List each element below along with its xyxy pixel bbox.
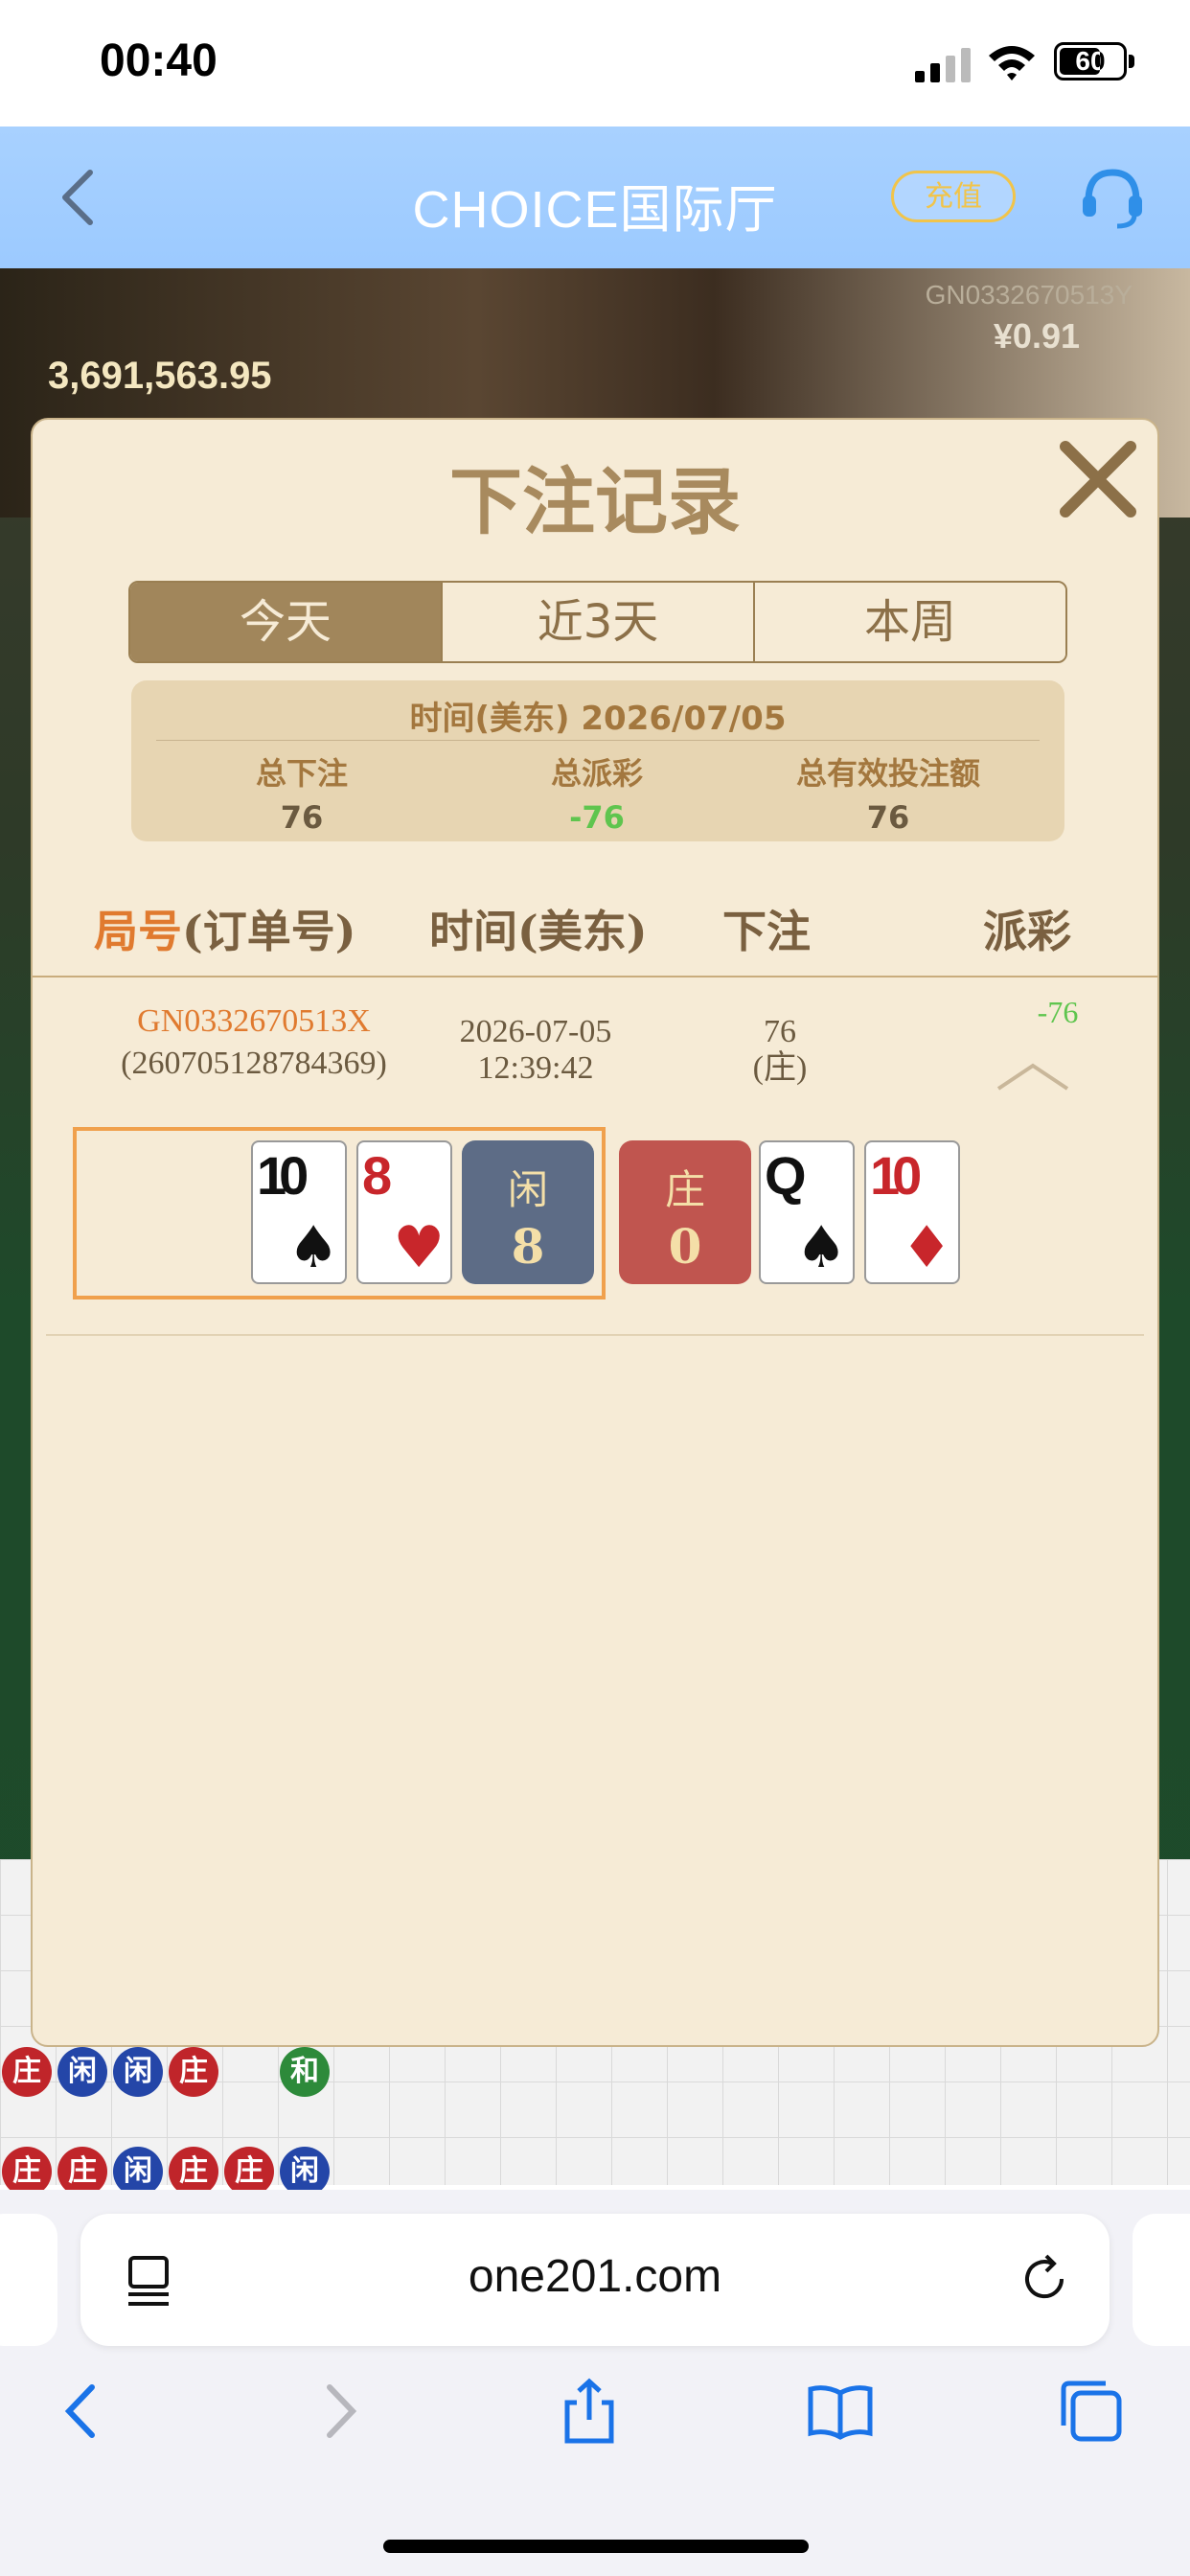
player-score-badge: 闲 8	[462, 1140, 594, 1284]
total-bet-label: 总下注	[255, 755, 348, 792]
tab-today[interactable]: 今天	[130, 583, 443, 661]
total-bet-value: 76	[280, 799, 324, 836]
total-payout-value: -76	[569, 799, 625, 836]
tab-last-3-days[interactable]: 近3天	[443, 583, 755, 661]
battery-icon: 60	[1054, 42, 1127, 80]
bet-amount: 76	[764, 1014, 796, 1049]
total-payout-label: 总派彩	[550, 755, 643, 792]
address-bar[interactable]: one201.com	[80, 2214, 1110, 2346]
spade-icon: ♠	[795, 1214, 847, 1281]
road-bead: 闲	[113, 2047, 163, 2097]
card-rank: 8	[362, 1145, 392, 1206]
bet-time-cell: 2026-07-05 12:39:42	[416, 1014, 655, 1087]
wifi-icon	[989, 46, 1035, 80]
card-rank: 10	[257, 1145, 309, 1206]
playing-card: 10 ♦	[864, 1140, 960, 1284]
payout-value: -76	[1037, 995, 1079, 1029]
previous-tab-preview[interactable]	[0, 2214, 57, 2346]
date-range-tabs: 今天 近3天 本周	[128, 581, 1067, 663]
customer-service-icon[interactable]	[1079, 165, 1146, 232]
back-arrow-icon[interactable]	[50, 2378, 117, 2445]
order-id: (260705128784369)	[121, 1046, 387, 1081]
next-tab-preview[interactable]	[1133, 2214, 1190, 2346]
round-id-cell[interactable]: GN0332670513X (260705128784369)	[96, 1000, 412, 1085]
road-bead: 和	[280, 2047, 330, 2097]
tab-this-week[interactable]: 本周	[755, 583, 1065, 661]
col-time-header: 时间(美东)	[429, 906, 648, 957]
road-bead: 闲	[57, 2047, 107, 2097]
cellular-signal-icon	[915, 48, 971, 82]
status-bar: 00:40 60	[0, 0, 1190, 126]
col-round-header: 局号(订单号)	[94, 897, 356, 960]
summary-date: 时间(美东) 2026/07/05	[409, 700, 787, 738]
jackpot-amount: 3,691,563.95	[48, 355, 272, 397]
road-bead: 庄	[169, 2047, 218, 2097]
table-header: 局号(订单号) 时间(美东) 下注 派彩	[33, 897, 1157, 964]
battery-level: 60	[1075, 46, 1106, 76]
banker-label: 庄	[664, 1166, 705, 1213]
spade-icon: ♠	[287, 1214, 339, 1281]
browser-toolbar: one201.com	[0, 2190, 1190, 2576]
reload-icon[interactable]	[1018, 2252, 1071, 2306]
col-bet-header: 下注	[722, 906, 811, 957]
player-score: 8	[511, 1218, 545, 1275]
recharge-button[interactable]: 充值	[891, 171, 1016, 222]
url-text[interactable]: one201.com	[80, 2250, 1110, 2303]
status-time: 00:40	[100, 35, 217, 86]
round-id[interactable]: GN0332670513X	[96, 1000, 412, 1043]
total-valid-value: 76	[866, 799, 910, 836]
chevron-up-icon[interactable]	[995, 1060, 1071, 1094]
app-header: CHOICE国际厅 充值	[0, 126, 1190, 268]
card-rank: 10	[870, 1145, 922, 1206]
bet-side: (庄)	[752, 1050, 808, 1086]
balance-amount: ¥0.91	[993, 316, 1080, 356]
banker-score: 0	[668, 1218, 702, 1275]
table-id: GN0332670513Y	[925, 280, 1133, 310]
col-round-label: 局号	[94, 906, 182, 957]
dialog-title: 下注记录	[449, 459, 741, 544]
close-icon[interactable]	[1056, 437, 1140, 521]
summary-panel: 时间(美东) 2026/07/05 总下注 76 总派彩 -76 总有效投注额 …	[131, 680, 1064, 841]
player-label: 闲	[507, 1166, 548, 1213]
bookmarks-icon[interactable]	[807, 2378, 874, 2445]
playing-card: Q ♠	[759, 1140, 855, 1284]
share-icon[interactable]	[556, 2378, 623, 2445]
forward-arrow-icon[interactable]	[305, 2378, 372, 2445]
playing-card: 8 ♥	[356, 1140, 452, 1284]
road-bead: 庄	[2, 2047, 52, 2097]
bet-history-dialog: 下注记录 今天 近3天 本周 时间(美东) 2026/07/05 总下注 76 …	[31, 418, 1159, 2047]
diamond-icon: ♦	[901, 1214, 952, 1281]
total-valid-bet: 总有效投注额 76	[764, 749, 1013, 836]
tabs-icon[interactable]	[1058, 2378, 1125, 2445]
total-payout: 总派彩 -76	[472, 749, 721, 836]
total-valid-label: 总有效投注额	[795, 755, 980, 792]
playing-card: 10 ♠	[251, 1140, 347, 1284]
col-payout-header: 派彩	[983, 906, 1071, 957]
home-indicator[interactable]	[383, 2540, 809, 2553]
total-bet: 总下注 76	[177, 749, 426, 836]
bet-date: 2026-07-05	[459, 1014, 612, 1049]
bet-time: 12:39:42	[477, 1050, 594, 1086]
banker-score-badge: 庄 0	[619, 1140, 751, 1284]
bet-amount-cell: 76 (庄)	[694, 1014, 866, 1087]
card-rank: Q	[765, 1145, 806, 1206]
col-order-label: (订单号)	[182, 906, 356, 957]
heart-icon: ♥	[393, 1214, 445, 1281]
